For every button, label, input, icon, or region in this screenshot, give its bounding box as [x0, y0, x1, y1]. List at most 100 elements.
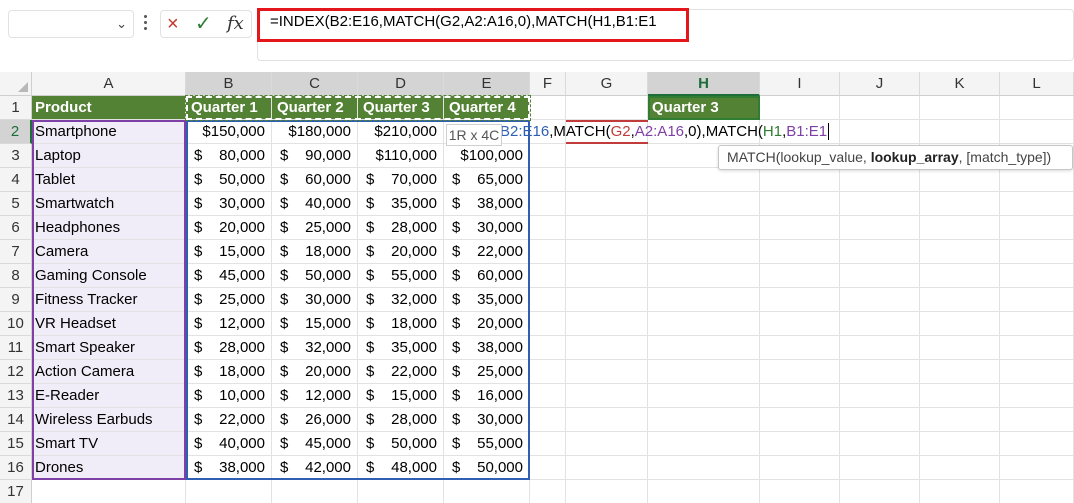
- cell-f11[interactable]: [530, 336, 566, 360]
- cell-l2[interactable]: [1000, 120, 1074, 144]
- cell-f13[interactable]: [530, 384, 566, 408]
- cell-d15[interactable]: $50,000: [358, 432, 444, 456]
- cell-b4[interactable]: $50,000: [186, 168, 272, 192]
- chevron-down-icon[interactable]: ⌄: [116, 16, 127, 32]
- cell-j5[interactable]: [840, 192, 920, 216]
- cell-c10[interactable]: $15,000: [272, 312, 358, 336]
- cell-e7[interactable]: $22,000: [444, 240, 530, 264]
- cell-f15[interactable]: [530, 432, 566, 456]
- cell-g13[interactable]: [566, 384, 648, 408]
- header-cell-b1[interactable]: Quarter 1: [186, 96, 272, 120]
- cell-f6[interactable]: [530, 216, 566, 240]
- cell-k14[interactable]: [920, 408, 1000, 432]
- cell-j12[interactable]: [840, 360, 920, 384]
- cell-i4[interactable]: [760, 168, 840, 192]
- cell-j14[interactable]: [840, 408, 920, 432]
- cell-b16[interactable]: $38,000: [186, 456, 272, 480]
- cell-k8[interactable]: [920, 264, 1000, 288]
- cell-i16[interactable]: [760, 456, 840, 480]
- cell-k16[interactable]: [920, 456, 1000, 480]
- cell-f5[interactable]: [530, 192, 566, 216]
- cell-j8[interactable]: [840, 264, 920, 288]
- cell-g3[interactable]: [566, 144, 648, 168]
- row-header-17[interactable]: 17: [0, 480, 32, 503]
- cell-c6[interactable]: $25,000: [272, 216, 358, 240]
- cell-a6[interactable]: Headphones: [32, 216, 186, 240]
- row-header-5[interactable]: 5: [0, 192, 32, 216]
- cell-h15[interactable]: [648, 432, 760, 456]
- function-tooltip[interactable]: MATCH(lookup_value, lookup_array, [match…: [718, 145, 1073, 170]
- cell-h16[interactable]: [648, 456, 760, 480]
- cell-h17[interactable]: [648, 480, 760, 503]
- row-header-16[interactable]: 16: [0, 456, 32, 480]
- cell-f12[interactable]: [530, 360, 566, 384]
- cell-l15[interactable]: [1000, 432, 1074, 456]
- cell-j9[interactable]: [840, 288, 920, 312]
- cell-i13[interactable]: [760, 384, 840, 408]
- cell-d10[interactable]: $18,000: [358, 312, 444, 336]
- cell-g14[interactable]: [566, 408, 648, 432]
- cell-e16[interactable]: $50,000: [444, 456, 530, 480]
- cell-f8[interactable]: [530, 264, 566, 288]
- cell-e17[interactable]: [444, 480, 530, 503]
- cell-i5[interactable]: [760, 192, 840, 216]
- cell-c13[interactable]: $12,000: [272, 384, 358, 408]
- cancel-icon[interactable]: ×: [167, 13, 179, 35]
- cell-k7[interactable]: [920, 240, 1000, 264]
- cell-i7[interactable]: [760, 240, 840, 264]
- cell-a16[interactable]: Drones: [32, 456, 186, 480]
- enter-icon[interactable]: ✓: [195, 13, 212, 35]
- cell-c17[interactable]: [272, 480, 358, 503]
- cell-f4[interactable]: [530, 168, 566, 192]
- cell-g17[interactable]: [566, 480, 648, 503]
- row-header-12[interactable]: 12: [0, 360, 32, 384]
- row-header-11[interactable]: 11: [0, 336, 32, 360]
- cell-a12[interactable]: Action Camera: [32, 360, 186, 384]
- row-header-7[interactable]: 7: [0, 240, 32, 264]
- formula-text[interactable]: =INDEX(B2:E16,MATCH(G2,A2:A16,0),MATCH(H…: [270, 13, 657, 30]
- cell-l14[interactable]: [1000, 408, 1074, 432]
- cell-c3[interactable]: $90,000: [272, 144, 358, 168]
- column-header-e[interactable]: E: [444, 72, 530, 96]
- column-header-j[interactable]: J: [840, 72, 920, 96]
- cell-l7[interactable]: [1000, 240, 1074, 264]
- cell-l10[interactable]: [1000, 312, 1074, 336]
- cell-j17[interactable]: [840, 480, 920, 503]
- cell-e13[interactable]: $16,000: [444, 384, 530, 408]
- cell-i10[interactable]: [760, 312, 840, 336]
- row-header-8[interactable]: 8: [0, 264, 32, 288]
- cell-i17[interactable]: [760, 480, 840, 503]
- cell-k5[interactable]: [920, 192, 1000, 216]
- cell-g5[interactable]: [566, 192, 648, 216]
- cell-b7[interactable]: $15,000: [186, 240, 272, 264]
- cell-k1[interactable]: [920, 96, 1000, 120]
- cell-b13[interactable]: $10,000: [186, 384, 272, 408]
- cell-c16[interactable]: $42,000: [272, 456, 358, 480]
- cell-f10[interactable]: [530, 312, 566, 336]
- row-header-4[interactable]: 4: [0, 168, 32, 192]
- select-all-corner[interactable]: [0, 72, 32, 96]
- cell-j11[interactable]: [840, 336, 920, 360]
- cell-h6[interactable]: [648, 216, 760, 240]
- cell-e9[interactable]: $35,000: [444, 288, 530, 312]
- cell-g9[interactable]: [566, 288, 648, 312]
- cell-d17[interactable]: [358, 480, 444, 503]
- cell-h8[interactable]: [648, 264, 760, 288]
- cell-h1[interactable]: Quarter 3: [648, 96, 760, 120]
- cell-a9[interactable]: Fitness Tracker: [32, 288, 186, 312]
- cell-l6[interactable]: [1000, 216, 1074, 240]
- cell-i1[interactable]: [760, 96, 840, 120]
- cell-edit-formula[interactable]: B2:E16,MATCH(G2,A2:A16,0),MATCH(H1,B1:E1: [500, 120, 834, 144]
- cell-c8[interactable]: $50,000: [272, 264, 358, 288]
- cell-c7[interactable]: $18,000: [272, 240, 358, 264]
- cell-f7[interactable]: [530, 240, 566, 264]
- column-header-b[interactable]: B: [186, 72, 272, 96]
- cell-b9[interactable]: $25,000: [186, 288, 272, 312]
- cell-a11[interactable]: Smart Speaker: [32, 336, 186, 360]
- cell-k15[interactable]: [920, 432, 1000, 456]
- cell-d8[interactable]: $55,000: [358, 264, 444, 288]
- cell-d7[interactable]: $20,000: [358, 240, 444, 264]
- cell-e4[interactable]: $65,000: [444, 168, 530, 192]
- cell-d9[interactable]: $32,000: [358, 288, 444, 312]
- cell-d6[interactable]: $28,000: [358, 216, 444, 240]
